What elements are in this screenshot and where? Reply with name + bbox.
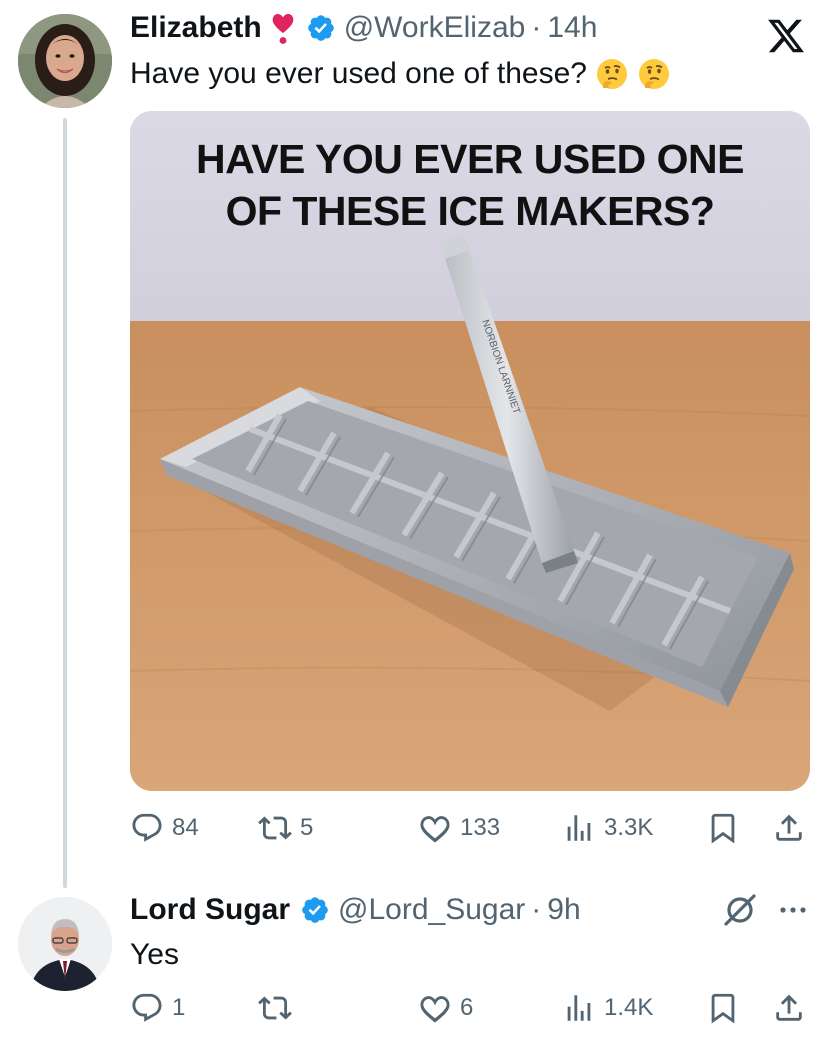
thread-connector-line: [63, 118, 67, 888]
reply-body: Yes: [130, 937, 179, 973]
image-caption: HAVE YOU EVER USED ONE OF THESE ICE MAKE…: [130, 133, 810, 237]
thinking-face-emoji: [637, 57, 671, 91]
like-button[interactable]: 6: [418, 988, 473, 1028]
tweet-body: Have you ever used one of these?: [130, 56, 671, 92]
grok-icon[interactable]: [722, 890, 758, 930]
tweet-thread: Elizabeth @WorkElizab · 14h Have you eve…: [0, 0, 828, 1043]
tweet-header: Elizabeth @WorkElizab · 14h: [130, 10, 597, 46]
reply-timestamp[interactable]: 9h: [547, 892, 580, 928]
heart-icon: [420, 996, 450, 1023]
tweet-timestamp[interactable]: 14h: [547, 10, 597, 46]
verified-badge-icon: [300, 895, 330, 925]
retweet-icon: [258, 816, 292, 840]
reply-button[interactable]: 1: [130, 988, 185, 1028]
views-button[interactable]: 3.3K: [562, 808, 653, 848]
view-count: 1.4K: [604, 994, 654, 1021]
reply-action-bar: 1 6 1.4K: [130, 988, 810, 1028]
author-avatar[interactable]: [18, 14, 112, 108]
more-options-icon[interactable]: [776, 898, 810, 922]
reply-icon: [132, 813, 162, 842]
avatar-photo: [18, 14, 112, 108]
image-caption-line2: OF THESE ICE MAKERS?: [225, 188, 715, 234]
bookmark-button[interactable]: [706, 808, 740, 848]
like-count: 6: [460, 994, 474, 1021]
x-logo-icon[interactable]: [766, 16, 806, 56]
reply-button[interactable]: 84: [130, 808, 199, 848]
tweet-text: Have you ever used one of these?: [130, 57, 587, 90]
retweet-count: 5: [300, 814, 314, 841]
image-caption-line1: HAVE YOU EVER USED ONE: [196, 136, 744, 182]
reply-count: 84: [172, 814, 199, 841]
share-icon: [776, 814, 802, 841]
retweet-icon: [258, 996, 292, 1020]
share-button[interactable]: [772, 988, 806, 1028]
retweet-button[interactable]: [258, 988, 300, 1028]
view-count: 3.3K: [604, 814, 654, 841]
bookmark-button[interactable]: [706, 988, 740, 1028]
author-handle[interactable]: @WorkElizab: [344, 10, 526, 46]
reply-author-handle[interactable]: @Lord_Sugar: [338, 892, 525, 928]
author-name[interactable]: Elizabeth: [130, 10, 262, 46]
thinking-face-emoji: [595, 57, 629, 91]
retweet-button[interactable]: 5: [258, 808, 313, 848]
bookmark-icon: [711, 993, 735, 1024]
heart-icon: [420, 816, 450, 843]
verified-badge-icon: [306, 13, 336, 43]
reply-count: 1: [172, 994, 186, 1021]
tweet-action-bar: 84 5 133 3.3K: [130, 808, 810, 848]
red-heart-exclamation-icon: [270, 11, 296, 45]
like-count: 133: [460, 814, 501, 841]
reply-header: Lord Sugar @Lord_Sugar · 9h: [130, 892, 581, 928]
share-button[interactable]: [772, 808, 806, 848]
reply-author-name[interactable]: Lord Sugar: [130, 892, 290, 928]
share-icon: [776, 994, 802, 1021]
separator-dot: ·: [531, 11, 542, 44]
reply-icon: [132, 993, 162, 1022]
reply-text: Yes: [130, 938, 179, 971]
tweet-image[interactable]: NORBION LARNNIET HAVE YOU EVER USED ONE …: [130, 111, 810, 791]
analytics-icon: [567, 995, 591, 1021]
analytics-icon: [567, 815, 591, 841]
avatar-photo: [18, 897, 112, 991]
like-button[interactable]: 133: [418, 808, 500, 848]
separator-dot: ·: [531, 893, 542, 926]
reply-author-avatar[interactable]: [18, 897, 112, 991]
views-button[interactable]: 1.4K: [562, 988, 653, 1028]
bookmark-icon: [711, 813, 735, 844]
